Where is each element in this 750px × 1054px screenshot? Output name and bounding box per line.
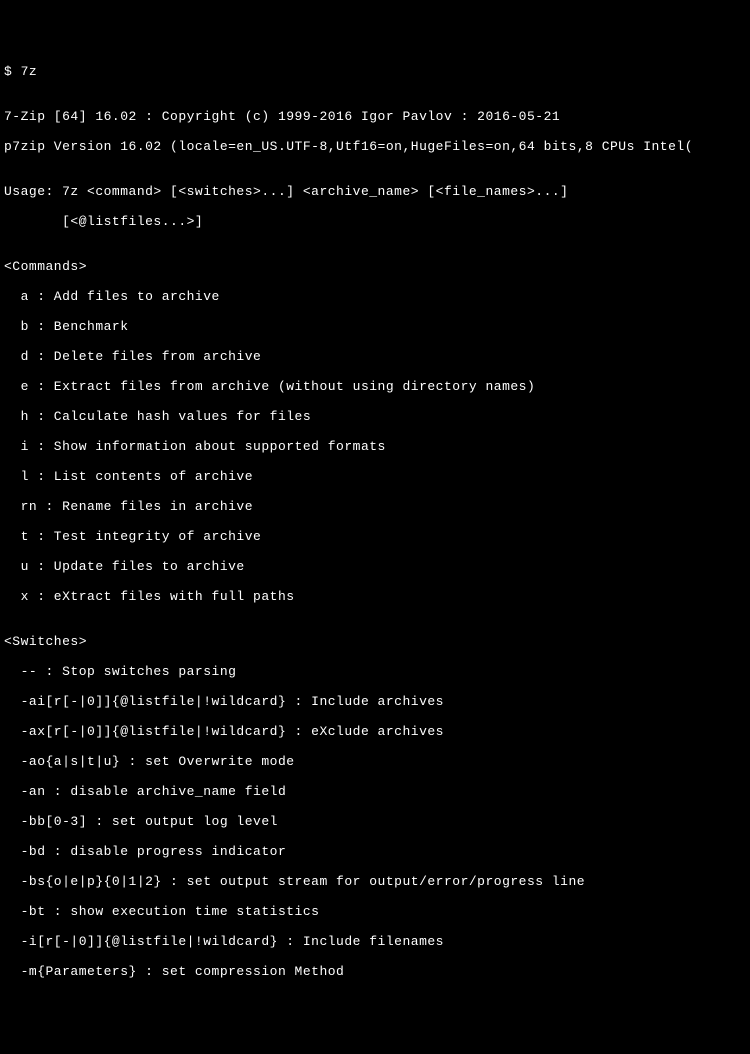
command-u: u : Update files to archive: [4, 559, 750, 574]
switch-bs: -bs{o|e|p}{0|1|2} : set output stream fo…: [4, 874, 750, 889]
switch-bt: -bt : show execution time statistics: [4, 904, 750, 919]
command-a: a : Add files to archive: [4, 289, 750, 304]
switch-stop: -- : Stop switches parsing: [4, 664, 750, 679]
switch-m: -m{Parameters} : set compression Method: [4, 964, 750, 979]
header-line-1: 7-Zip [64] 16.02 : Copyright (c) 1999-20…: [4, 109, 750, 124]
command-l: l : List contents of archive: [4, 469, 750, 484]
command-h: h : Calculate hash values for files: [4, 409, 750, 424]
command-b: b : Benchmark: [4, 319, 750, 334]
prompt-line[interactable]: $ 7z: [4, 64, 750, 79]
header-line-2: p7zip Version 16.02 (locale=en_US.UTF-8,…: [4, 139, 750, 154]
switch-i: -i[r[-|0]]{@listfile|!wildcard} : Includ…: [4, 934, 750, 949]
command-t: t : Test integrity of archive: [4, 529, 750, 544]
command-x: x : eXtract files with full paths: [4, 589, 750, 604]
command-i: i : Show information about supported for…: [4, 439, 750, 454]
command-d: d : Delete files from archive: [4, 349, 750, 364]
commands-header: <Commands>: [4, 259, 750, 274]
switch-bd: -bd : disable progress indicator: [4, 844, 750, 859]
switch-ao: -ao{a|s|t|u} : set Overwrite mode: [4, 754, 750, 769]
switch-an: -an : disable archive_name field: [4, 784, 750, 799]
command-e: e : Extract files from archive (without …: [4, 379, 750, 394]
switch-ax: -ax[r[-|0]]{@listfile|!wildcard} : eXclu…: [4, 724, 750, 739]
switches-header: <Switches>: [4, 634, 750, 649]
switch-bb: -bb[0-3] : set output log level: [4, 814, 750, 829]
usage-line-1: Usage: 7z <command> [<switches>...] <arc…: [4, 184, 750, 199]
usage-line-2: [<@listfiles...>]: [4, 214, 750, 229]
command-rn: rn : Rename files in archive: [4, 499, 750, 514]
switch-ai: -ai[r[-|0]]{@listfile|!wildcard} : Inclu…: [4, 694, 750, 709]
